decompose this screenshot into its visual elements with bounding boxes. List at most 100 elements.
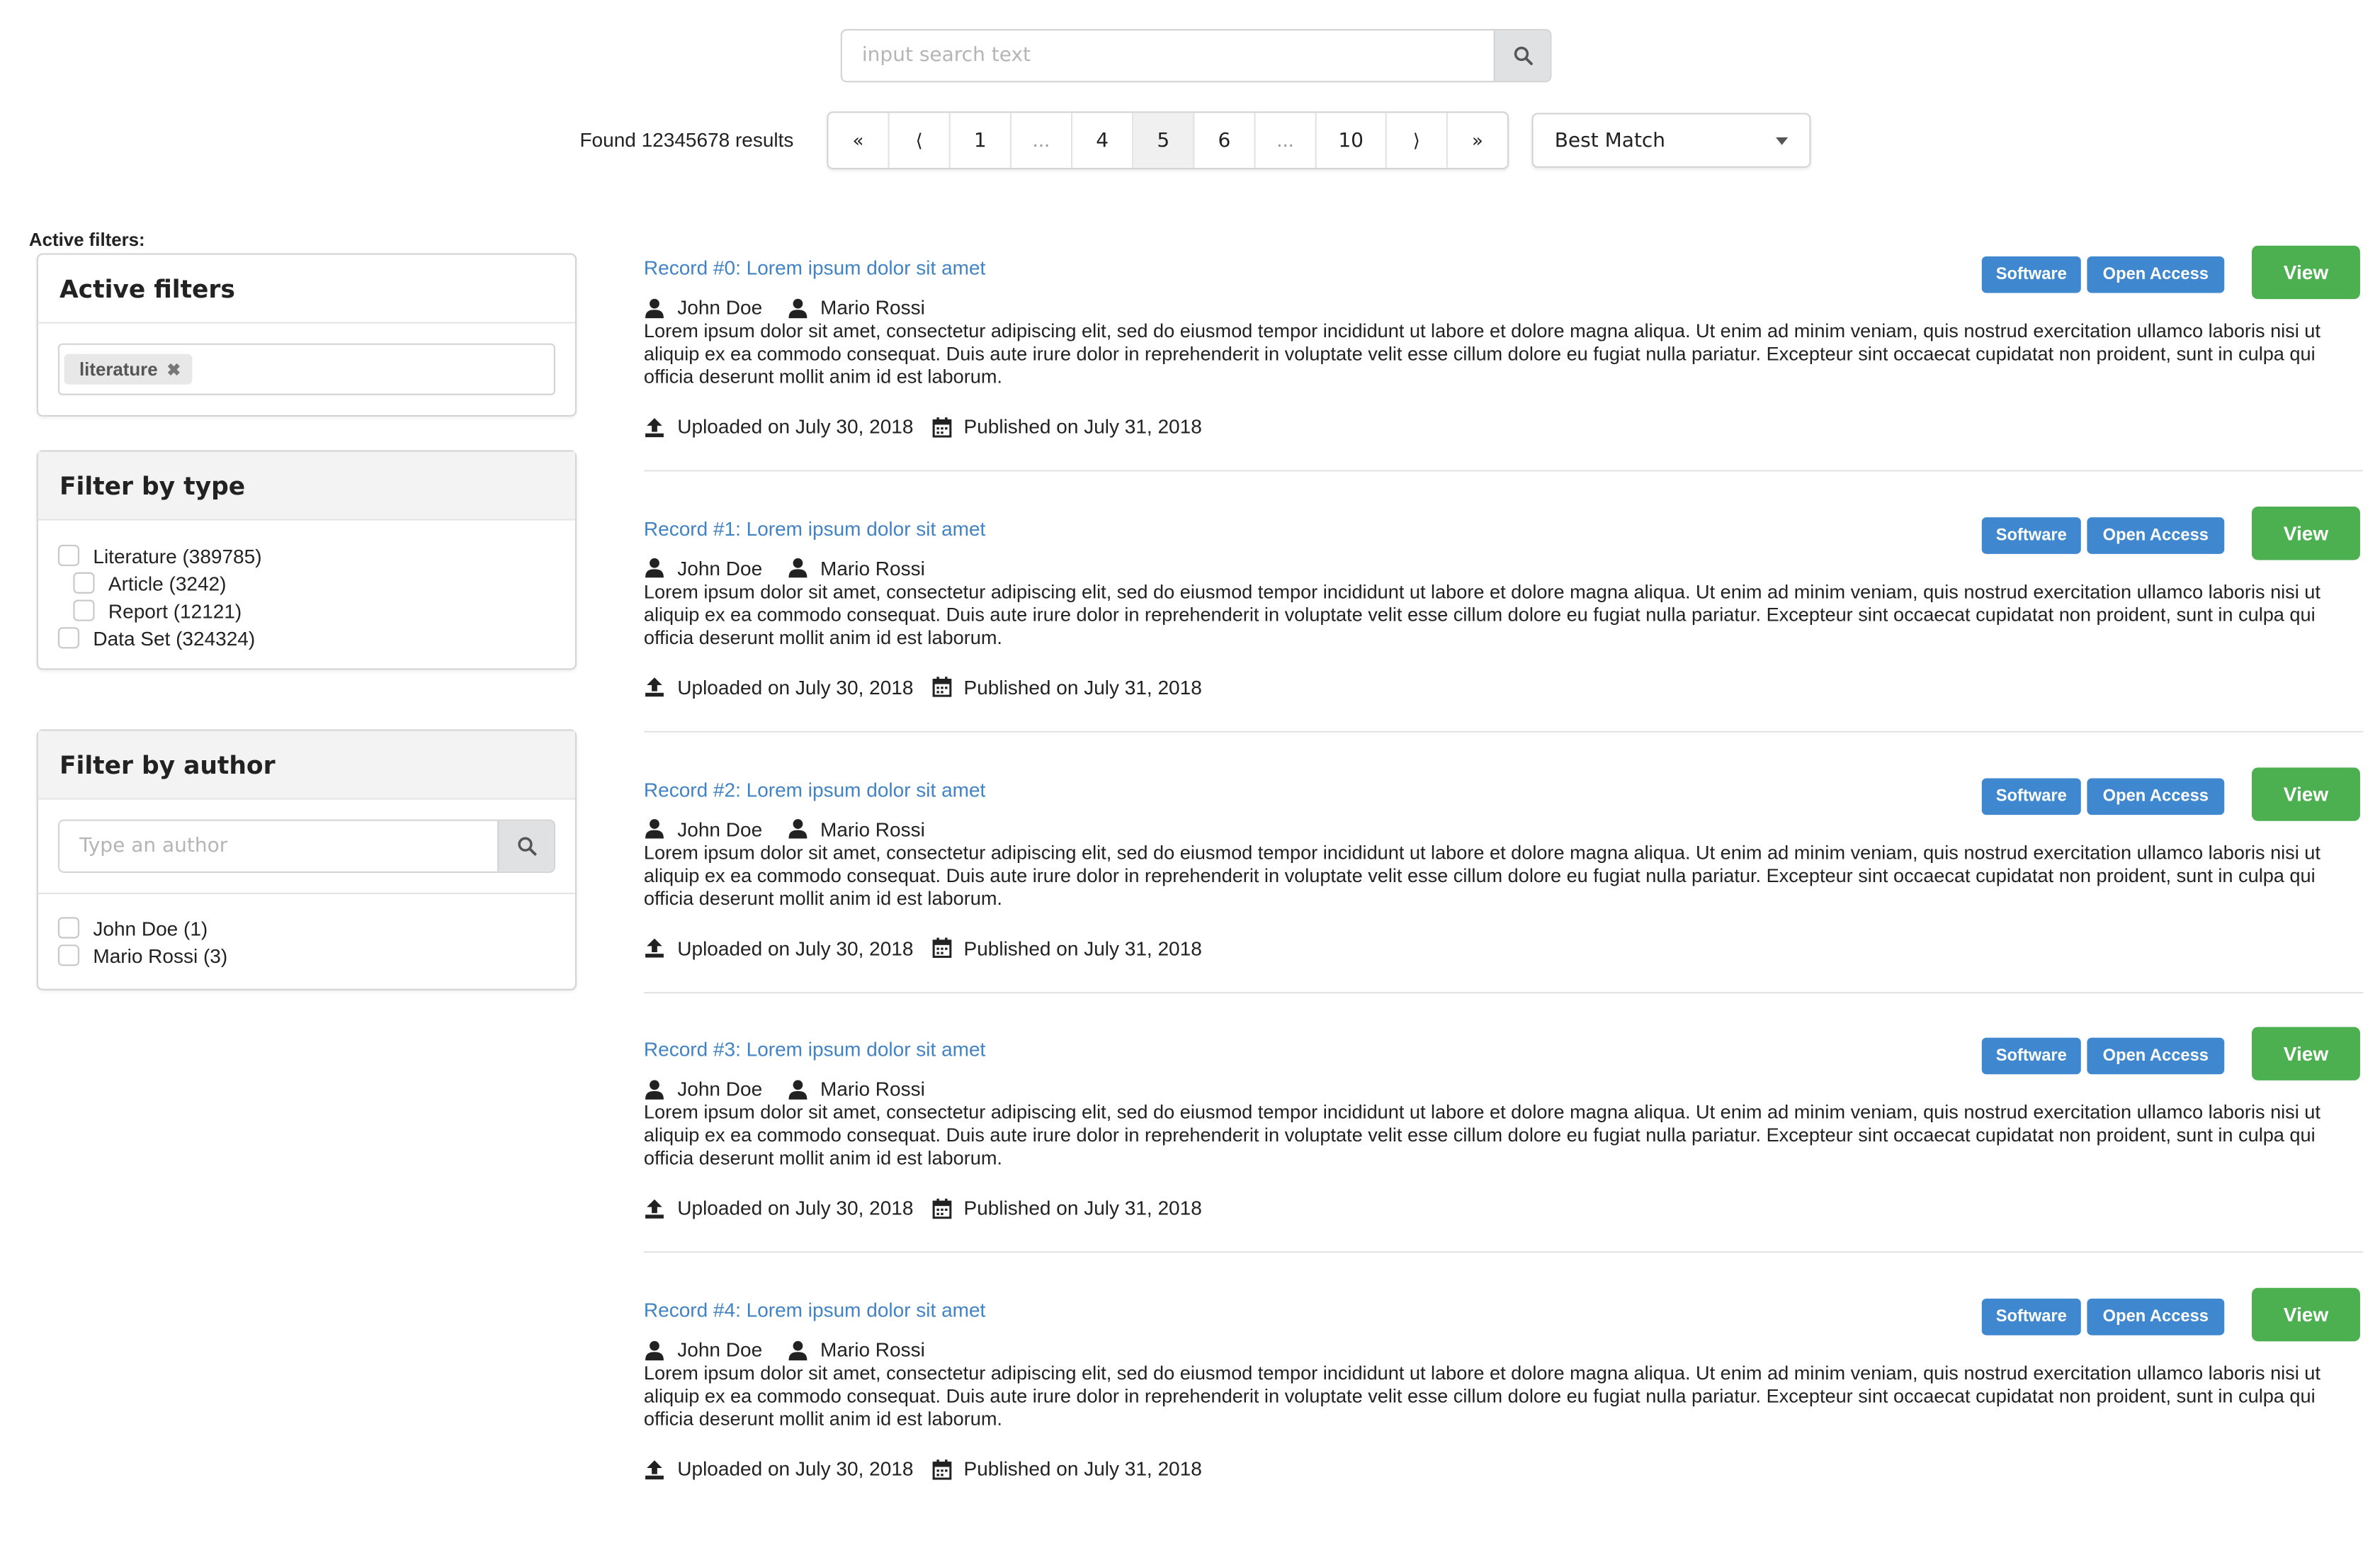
author[interactable]: Mario Rossi xyxy=(787,1078,925,1100)
record-item: Record #3: Lorem ipsum dolor sit amet Sof… xyxy=(643,1027,2364,1297)
upload-date: Uploaded on July 30, 2018 xyxy=(677,675,914,699)
search-input[interactable] xyxy=(842,30,1494,81)
author-name: Mario Rossi xyxy=(820,817,925,840)
filter-type-label: Data Set (324324) xyxy=(93,626,256,650)
pagination-arrow[interactable]: « xyxy=(829,113,890,168)
caret-down-icon xyxy=(1776,136,1789,145)
author-name: Mario Rossi xyxy=(820,556,925,580)
author-search-input[interactable] xyxy=(59,820,498,871)
author-name: John Doe xyxy=(677,1338,763,1362)
publish-date: Published on July 31, 2018 xyxy=(963,414,1202,439)
author[interactable]: Mario Rossi xyxy=(787,296,925,319)
pagination-page[interactable]: 1 xyxy=(951,113,1012,168)
publish-date: Published on July 31, 2018 xyxy=(963,1197,1202,1220)
checkbox[interactable] xyxy=(57,944,79,966)
author[interactable]: Mario Rossi xyxy=(787,1338,925,1361)
badge-type: Software xyxy=(1981,1038,2081,1075)
checkbox[interactable] xyxy=(57,917,79,939)
pagination-page[interactable]: 6 xyxy=(1194,113,1256,168)
active-filters-panel: Active filters literature ✖ xyxy=(36,253,577,417)
badge-access: Open Access xyxy=(2087,777,2225,815)
view-button[interactable]: View xyxy=(2252,767,2360,820)
filter-type-item[interactable]: Report (12121) xyxy=(58,597,555,624)
author[interactable]: John Doe xyxy=(644,1078,762,1100)
user-icon xyxy=(788,819,807,839)
author[interactable]: John Doe xyxy=(644,1338,762,1361)
upload-icon xyxy=(645,938,664,958)
sort-selected: Best Match xyxy=(1554,128,1666,152)
pagination-page[interactable]: 5 xyxy=(1133,113,1195,168)
author-search-button[interactable] xyxy=(497,820,554,871)
checkbox[interactable] xyxy=(57,544,79,567)
filter-chip[interactable]: literature ✖ xyxy=(64,354,192,385)
checkbox[interactable] xyxy=(57,627,79,649)
pagination-page[interactable]: 4 xyxy=(1072,113,1134,168)
pagination-arrow[interactable]: » xyxy=(1448,113,1507,168)
search-bar xyxy=(840,28,1552,83)
search-icon xyxy=(1513,46,1532,65)
record-dates: Uploaded on July 30, 2018 Published on Ju… xyxy=(644,1457,1202,1480)
search-icon xyxy=(517,837,536,856)
record-title-link[interactable]: Record #3: Lorem ipsum dolor sit amet xyxy=(644,1038,985,1061)
filter-type-panel: Filter by type Literature (389785) Articl… xyxy=(36,450,577,670)
record-authors: John Doe Mario Rossi xyxy=(644,557,949,580)
filter-type-item[interactable]: Literature (389785) xyxy=(57,542,555,570)
record-title-link[interactable]: Record #0: Lorem ipsum dolor sit amet xyxy=(644,256,985,279)
author[interactable]: John Doe xyxy=(644,296,762,319)
badge-access: Open Access xyxy=(2087,256,2225,293)
pagination: «⟨ 1... 4 5 6... 10 ⟩» xyxy=(827,111,1509,170)
record-title-link[interactable]: Record #4: Lorem ipsum dolor sit amet xyxy=(644,1299,985,1321)
record-dates: Uploaded on July 30, 2018 Published on Ju… xyxy=(644,415,1202,438)
view-button[interactable]: View xyxy=(2252,245,2360,300)
upload-icon xyxy=(645,417,664,436)
record-dates: Uploaded on July 30, 2018 Published on Ju… xyxy=(644,676,1202,699)
author[interactable]: John Doe xyxy=(644,557,762,580)
divider xyxy=(643,1251,2364,1253)
user-icon xyxy=(645,1079,664,1100)
filter-type-list: Literature (389785) Article (3242) Report … xyxy=(38,520,575,651)
user-icon xyxy=(645,558,664,578)
view-button[interactable]: View xyxy=(2252,506,2360,560)
sort-dropdown[interactable]: Best Match xyxy=(1531,113,1811,168)
calendar-icon xyxy=(931,416,951,437)
filter-type-label: Article (3242) xyxy=(108,571,227,594)
pagination-page[interactable]: 10 xyxy=(1317,113,1387,168)
record-dates: Uploaded on July 30, 2018 Published on Ju… xyxy=(644,1197,1202,1219)
user-icon xyxy=(788,298,807,317)
publish-date: Published on July 31, 2018 xyxy=(963,675,1202,699)
view-button[interactable]: View xyxy=(2252,1027,2360,1081)
checkbox[interactable] xyxy=(73,572,95,594)
publish-date: Published on July 31, 2018 xyxy=(963,936,1202,959)
pagination-arrow[interactable]: ⟨ xyxy=(890,113,951,168)
record-dates: Uploaded on July 30, 2018 Published on Ju… xyxy=(644,936,1202,959)
author-name: Mario Rossi xyxy=(820,1078,925,1101)
filter-author-item[interactable]: John Doe (1) xyxy=(57,914,555,942)
checkbox[interactable] xyxy=(73,599,95,621)
view-button[interactable]: View xyxy=(2252,1287,2360,1342)
filter-type-item[interactable]: Data Set (324324) xyxy=(57,624,555,652)
pagination-ellipsis: ... xyxy=(1256,113,1317,168)
filter-type-item[interactable]: Article (3242) xyxy=(58,569,555,597)
record-title-link[interactable]: Record #2: Lorem ipsum dolor sit amet xyxy=(644,777,985,800)
user-icon xyxy=(645,298,664,317)
search-button[interactable] xyxy=(1493,30,1551,81)
close-icon[interactable]: ✖ xyxy=(167,359,181,379)
author-search xyxy=(57,819,555,873)
record-item: Record #1: Lorem ipsum dolor sit amet Sof… xyxy=(643,506,2364,777)
filter-author-label: John Doe (1) xyxy=(93,916,208,939)
user-icon xyxy=(788,1079,807,1100)
author[interactable]: Mario Rossi xyxy=(787,817,925,840)
calendar-icon xyxy=(931,677,951,698)
author[interactable]: John Doe xyxy=(644,817,762,840)
upload-date: Uploaded on July 30, 2018 xyxy=(677,414,914,439)
author[interactable]: Mario Rossi xyxy=(787,557,925,580)
record-item: Record #2: Lorem ipsum dolor sit amet Sof… xyxy=(643,767,2364,1037)
record-title-link[interactable]: Record #1: Lorem ipsum dolor sit amet xyxy=(644,517,985,540)
upload-date: Uploaded on July 30, 2018 xyxy=(677,936,914,959)
panel-title: Filter by author xyxy=(38,730,575,800)
record-description: Lorem ipsum dolor sit amet, consectetur … xyxy=(643,841,2320,909)
pagination-arrow[interactable]: ⟩ xyxy=(1387,113,1448,168)
filter-author-item[interactable]: Mario Rossi (3) xyxy=(57,942,555,969)
author-name: John Doe xyxy=(677,817,763,840)
author-name: Mario Rossi xyxy=(820,1338,925,1362)
